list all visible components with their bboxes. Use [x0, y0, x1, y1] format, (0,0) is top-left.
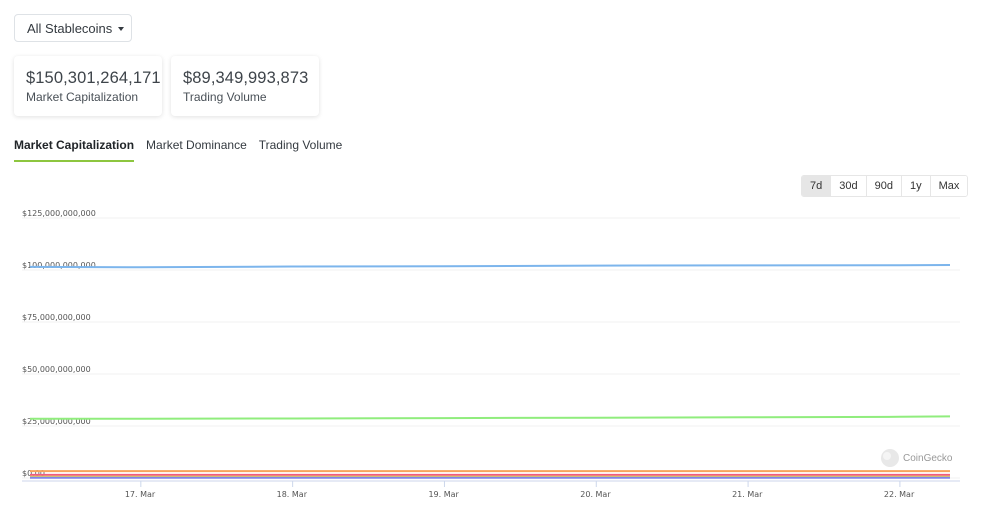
stablecoin-filter-dropdown[interactable]: All Stablecoins: [14, 14, 132, 42]
market-cap-card: $150,301,264,171 Market Capitalization: [14, 56, 162, 116]
series-lines: [29, 264, 951, 479]
tab-market-dominance[interactable]: Market Dominance: [146, 138, 247, 162]
gecko-eye-icon: [883, 452, 891, 460]
series-line-2: [30, 415, 951, 420]
chart-tabs: Market Capitalization Market Dominance T…: [14, 138, 354, 162]
gridlines: [22, 217, 960, 479]
series-line-1: [29, 264, 951, 269]
market-cap-chart: $0.00$25,000,000,000$50,000,000,000$75,0…: [22, 209, 960, 499]
x-tick-label: 18. Mar: [277, 490, 308, 499]
x-tick-label: 22. Mar: [884, 490, 915, 499]
trading-volume-value: $89,349,993,873: [183, 69, 309, 87]
y-axis-labels: $0.00$25,000,000,000$50,000,000,000$75,0…: [22, 209, 96, 478]
range-1y-button[interactable]: 1y: [900, 176, 930, 196]
range-7d-button[interactable]: 7d: [802, 176, 831, 196]
y-tick-label: $125,000,000,000: [22, 209, 96, 218]
range-max-button[interactable]: Max: [929, 176, 968, 196]
tab-trading-volume[interactable]: Trading Volume: [259, 138, 343, 162]
x-tick-label: 21. Mar: [732, 490, 763, 499]
range-30d-button[interactable]: 30d: [830, 176, 866, 196]
caret-down-icon: [118, 26, 125, 31]
x-axis: 17. Mar 18. Mar 19. Mar 20. Mar 21. Mar 22. M…: [22, 480, 960, 499]
range-selector: 7d 30d 90d 1y Max: [801, 175, 969, 197]
dropdown-label: All Stablecoins: [27, 20, 113, 36]
trading-volume-card: $89,349,993,873 Trading Volume: [171, 56, 319, 116]
market-cap-label: Market Capitalization: [26, 90, 139, 104]
tab-market-capitalization[interactable]: Market Capitalization: [14, 138, 135, 162]
y-tick-label: $100,000,000,000: [22, 261, 96, 270]
x-tick-label: 19. Mar: [428, 490, 459, 499]
x-tick-label: 20. Mar: [580, 490, 611, 499]
coingecko-credit[interactable]: CoinGecko: [881, 449, 953, 467]
trading-volume-label: Trading Volume: [183, 90, 267, 104]
credit-text: CoinGecko: [903, 453, 953, 464]
market-cap-value: $150,301,264,171: [26, 69, 161, 87]
y-tick-label: $50,000,000,000: [22, 365, 91, 374]
x-tick-label: 17. Mar: [125, 490, 156, 499]
range-90d-button[interactable]: 90d: [865, 176, 901, 196]
y-tick-label: $75,000,000,000: [22, 313, 91, 322]
